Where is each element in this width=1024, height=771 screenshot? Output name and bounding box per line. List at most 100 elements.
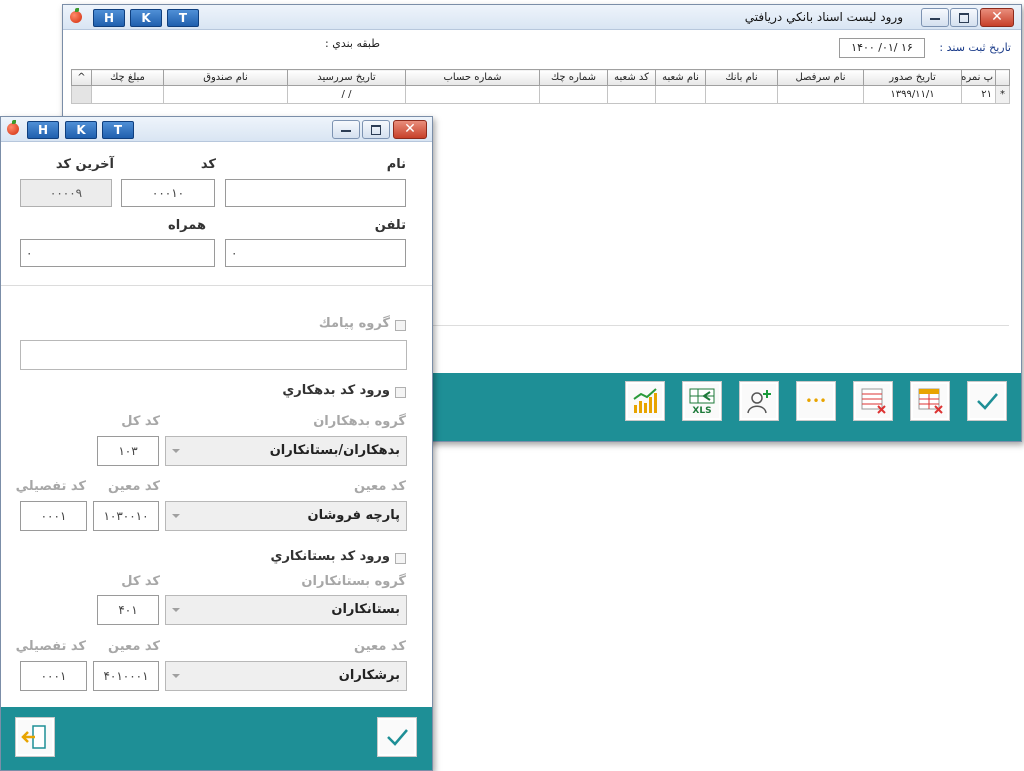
table-cell[interactable] (607, 85, 656, 104)
exit-icon (21, 725, 46, 749)
debtor-moein-input[interactable]: ۱۰۳۰۰۱۰ (93, 501, 159, 531)
close-icon: ✕ (404, 121, 416, 137)
col-header[interactable]: كد شعبه (607, 69, 656, 86)
more-icon: ••• (805, 394, 826, 408)
confirm-icon (387, 729, 408, 746)
sms-group-select[interactable] (20, 340, 407, 370)
col-header[interactable]: نام سرفصل (777, 69, 864, 86)
scroll-up-button[interactable]: ^ (71, 69, 92, 86)
t-button[interactable]: T (102, 121, 134, 139)
table-cell[interactable] (163, 85, 288, 104)
more-button[interactable]: ••• (796, 381, 836, 421)
col-header[interactable]: شماره حساب (405, 69, 540, 86)
table-cell[interactable] (655, 85, 706, 104)
xls-icon: XLS (689, 388, 715, 415)
table-cell[interactable] (91, 85, 164, 104)
t-button[interactable]: T (167, 9, 199, 27)
add-user-icon (747, 390, 771, 414)
debtor-tafsili-input[interactable]: ۰۰۰۱ (20, 501, 87, 531)
person-dialog: H K T ✕ نام كد آخرين كد ۰۰۰۱۰ ۰۰۰۰۹ تلفن… (0, 116, 433, 771)
table-row[interactable]: * ۲۱ ۱۳۹۹/۱۱/۱ / / (71, 85, 1010, 104)
maximize-button[interactable] (362, 120, 390, 139)
add-person-button[interactable] (739, 381, 779, 421)
phone-label: تلفن (374, 218, 406, 233)
code-input[interactable]: ۰۰۰۱۰ (121, 179, 215, 207)
chevron-down-icon (172, 674, 180, 678)
creditor-moein-name: برشكاران (338, 668, 400, 683)
col-header[interactable]: نام صندوق (163, 69, 288, 86)
export-xls-button[interactable]: XLS (682, 381, 722, 421)
debtor-code-label: ورود كد بدهكاري (282, 383, 390, 398)
person-dialog-titlebar[interactable]: H K T ✕ (1, 117, 432, 142)
creditor-tafsili-input[interactable]: ۰۰۰۱ (20, 661, 87, 691)
table-cell[interactable] (777, 85, 864, 104)
debtor-group-select[interactable]: بدهكاران/بستانكاران (165, 436, 407, 466)
k-button[interactable]: K (65, 121, 97, 139)
reg-date-label: تاريخ ثبت سند : (939, 41, 1011, 54)
maximize-icon (959, 13, 969, 23)
k-button[interactable]: K (130, 9, 162, 27)
table-cell[interactable] (705, 85, 778, 104)
confirm-icon (977, 393, 998, 410)
table-cell[interactable]: ۱۳۹۹/۱۱/۱ (863, 85, 962, 104)
col-header[interactable]: نام شعبه (655, 69, 706, 86)
mobile-label: همراه (168, 218, 206, 233)
chevron-down-icon (172, 514, 180, 518)
confirm-button[interactable] (377, 717, 417, 757)
close-button[interactable]: ✕ (980, 8, 1014, 27)
col-header[interactable]: مبلغ چك (91, 69, 164, 86)
exit-button[interactable] (15, 717, 55, 757)
debtor-moein-select[interactable]: پارچه فروشان (165, 501, 407, 531)
delete-rows-button[interactable] (853, 381, 893, 421)
chart-icon (633, 388, 657, 413)
h-button[interactable]: H (27, 121, 59, 139)
creditor-moein-select[interactable]: برشكاران (165, 661, 407, 691)
table-cell[interactable]: / / (287, 85, 406, 104)
debtor-total-label: كد كل (121, 414, 160, 429)
creditor-total-input[interactable]: ۴۰۱ (97, 595, 159, 625)
name-input[interactable] (225, 179, 406, 207)
chevron-down-icon (172, 449, 180, 453)
phone-input[interactable]: ۰ (225, 239, 406, 267)
creditor-tafsili-label: كد تفصيلي (15, 639, 86, 654)
debtor-moein-label: كد معين (354, 479, 406, 494)
mobile-input[interactable]: ۰ (20, 239, 215, 267)
col-header[interactable]: نام بانك (705, 69, 778, 86)
maximize-icon (371, 125, 381, 135)
scrollbar-track[interactable] (71, 85, 92, 104)
table-cell[interactable]: ۲۱ (961, 85, 996, 104)
creditor-group-label: گروه بستانكاران (301, 574, 406, 589)
minimize-icon (341, 130, 351, 132)
sms-group-checkbox[interactable] (395, 320, 406, 331)
col-header[interactable]: شماره چك (539, 69, 608, 86)
delete-table-button[interactable] (910, 381, 950, 421)
last-code-field: ۰۰۰۰۹ (20, 179, 112, 207)
col-header[interactable]: تاريخ سررسيد (287, 69, 406, 86)
h-button[interactable]: H (93, 9, 125, 27)
debtor-group-value: بدهكاران/بستانكاران (269, 443, 400, 458)
confirm-button[interactable] (967, 381, 1007, 421)
category-label: طبقه بندي : (325, 37, 380, 50)
table-cell[interactable] (405, 85, 540, 104)
creditor-code-checkbox[interactable] (395, 553, 406, 564)
minimize-button[interactable] (332, 120, 360, 139)
row-marker-header (995, 69, 1010, 86)
chart-button[interactable] (625, 381, 665, 421)
debtor-total-input[interactable]: ۱۰۳ (97, 436, 159, 466)
window-title: ورود ليست اسناد بانكي دريافتي (744, 10, 903, 24)
debtor-code-checkbox[interactable] (395, 387, 406, 398)
table-cell[interactable] (539, 85, 608, 104)
minimize-button[interactable] (921, 8, 949, 27)
creditor-moein-label: كد معين (354, 639, 406, 654)
last-code-label: آخرين كد (55, 157, 114, 172)
reg-date-input[interactable]: ۱۴۰۰ /۰۱/ ۱۶ (839, 38, 925, 58)
creditor-group-select[interactable]: بستانكاران (165, 595, 407, 625)
bank-docs-titlebar[interactable]: H K T ورود ليست اسناد بانكي دريافتي ✕ (63, 5, 1021, 30)
col-header[interactable]: تاريخ صدور (863, 69, 962, 86)
person-dialog-footer (1, 707, 432, 770)
close-button[interactable]: ✕ (393, 120, 427, 139)
creditor-code-label: ورود كد بستانكاري (270, 549, 390, 564)
creditor-moein-input[interactable]: ۴۰۱۰۰۰۱ (93, 661, 159, 691)
maximize-button[interactable] (950, 8, 978, 27)
col-header[interactable]: پ نمره (961, 69, 996, 86)
